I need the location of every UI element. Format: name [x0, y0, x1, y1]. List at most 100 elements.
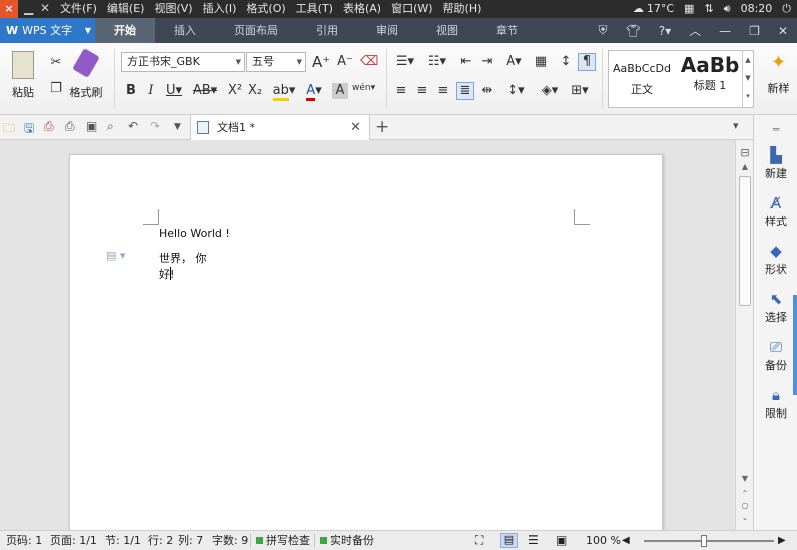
window-close-icon[interactable]: ✕ — [40, 0, 50, 18]
weather-icon[interactable]: ☁ — [633, 0, 644, 18]
print-icon[interactable]: ⎙ — [65, 119, 75, 134]
grow-font-icon[interactable]: A⁺ — [312, 54, 330, 70]
align-right-icon[interactable]: ≡ — [435, 83, 451, 99]
task-pane-shapes[interactable]: ◆ 形状 — [754, 241, 797, 277]
paste-button[interactable]: 粘贴 — [6, 51, 40, 100]
scroll-up-icon[interactable]: ▲ — [736, 162, 754, 171]
text-line-2[interactable]: 世界， 你好! — [159, 250, 219, 282]
tab-options-icon[interactable]: ▾ — [733, 119, 739, 132]
menu-insert[interactable]: 插入(I) — [203, 0, 237, 18]
page-view-icon[interactable]: ▤ — [500, 533, 518, 548]
increase-indent-icon[interactable]: ⇥ — [479, 54, 495, 70]
task-pane-menu-icon[interactable]: ═ — [754, 123, 797, 136]
task-pane-collapse-handle[interactable] — [793, 295, 797, 395]
help-icon[interactable]: ?▾ — [659, 24, 671, 38]
align-justify-icon[interactable]: ≣ — [456, 82, 474, 100]
style-gallery-scroll[interactable]: ▲ ▼ ▾ — [742, 51, 753, 107]
cut-icon[interactable]: ✂ — [48, 55, 64, 71]
zoom-level[interactable]: 100 % — [586, 531, 621, 550]
preview-icon[interactable]: ⌕ — [107, 119, 114, 134]
underline-icon[interactable]: U▾ — [164, 83, 184, 99]
scroll-down-icon[interactable]: ▼ — [736, 474, 754, 483]
close-icon[interactable]: ✕ — [778, 24, 788, 38]
restore-icon[interactable]: ❐ — [749, 24, 760, 38]
minimize-icon[interactable]: — — [719, 24, 731, 38]
strikethrough-icon[interactable]: AB▾ — [192, 83, 218, 99]
font-color-icon[interactable]: A▾ — [302, 83, 326, 101]
menu-format[interactable]: 格式(O) — [246, 0, 285, 18]
menu-window[interactable]: 窗口(W) — [391, 0, 432, 18]
status-row[interactable]: 行: 2 — [148, 531, 173, 550]
show-marks-icon[interactable]: ¶ — [578, 53, 596, 71]
outline-view-icon[interactable]: ☰ — [528, 531, 539, 550]
power-icon[interactable]: ⏻ — [782, 0, 791, 18]
status-spell-check[interactable]: 拼写检查 — [256, 531, 310, 550]
italic-icon[interactable]: I — [144, 83, 158, 99]
paragraph-layout-icon[interactable]: ▤ ▾ — [106, 249, 125, 262]
bullets-icon[interactable]: ☰▾ — [393, 54, 417, 70]
format-painter-button[interactable]: 格式刷 — [68, 48, 104, 100]
font-name-combo[interactable]: 方正书宋_GBK ▼ — [121, 52, 245, 72]
pdf-icon[interactable]: ⎙ — [44, 119, 54, 134]
distribute-icon[interactable]: ⇹ — [479, 83, 495, 99]
menu-tools[interactable]: 工具(T) — [296, 0, 333, 18]
shrink-font-icon[interactable]: A⁻ — [336, 54, 354, 70]
pinyin-icon[interactable]: wén▾ — [352, 80, 375, 96]
menu-view[interactable]: 视图(V) — [154, 0, 192, 18]
menu-file[interactable]: 文件(F) — [60, 0, 97, 18]
document-canvas[interactable]: ▤ ▾ Hello World ! 世界， 你好! — [0, 140, 735, 530]
zoom-in-icon[interactable]: ▶ — [778, 531, 786, 550]
status-column[interactable]: 列: 7 — [178, 531, 203, 550]
window-minimize-button[interactable]: ▁ — [24, 0, 33, 18]
menu-edit[interactable]: 编辑(E) — [107, 0, 145, 18]
char-shading-icon[interactable]: A — [332, 83, 348, 99]
line-spacing-icon[interactable]: ↕▾ — [504, 83, 528, 99]
close-tab-icon[interactable]: ✕ — [350, 115, 361, 140]
zoom-slider[interactable] — [644, 540, 774, 542]
task-pane-styles[interactable]: A̸ 样式 — [754, 193, 797, 229]
bold-icon[interactable]: B — [124, 83, 138, 99]
full-screen-icon[interactable]: ⛶ — [475, 531, 483, 550]
highlight-icon[interactable]: ab▾ — [272, 83, 296, 101]
text-direction-icon[interactable]: A▾ — [502, 54, 526, 70]
undo-icon[interactable]: ↶ — [128, 119, 138, 133]
zoom-slider-thumb[interactable] — [700, 535, 707, 547]
tab-view[interactable]: 视图 — [417, 18, 477, 43]
collapse-ribbon-icon[interactable]: ︿ — [689, 22, 701, 39]
save-icon[interactable]: 🖫︎ — [24, 119, 34, 140]
page-navigation-icon[interactable]: ⌃ ○ ⌄ — [736, 488, 754, 524]
copy-icon[interactable]: ❐ — [48, 81, 64, 97]
tab-home[interactable]: 开始 — [95, 18, 155, 43]
system-logo-icon[interactable]: × — [0, 0, 18, 18]
shading-icon[interactable]: ◈▾ — [538, 83, 562, 99]
document-page[interactable]: ▤ ▾ Hello World ! 世界， 你好! — [69, 154, 663, 530]
calendar-icon[interactable]: ▦ — [684, 0, 694, 18]
align-center-icon[interactable]: ≡ — [414, 83, 430, 99]
numbering-icon[interactable]: ☷▾ — [425, 54, 449, 70]
app-menu-button[interactable]: W WPS 文字 ▼ — [0, 18, 95, 43]
subscript-icon[interactable]: X₂ — [248, 83, 262, 99]
align-left-icon[interactable]: ≡ — [393, 83, 409, 99]
new-style-button[interactable]: ✦ 新样 — [760, 51, 797, 96]
clear-format-icon[interactable]: ⌫ — [360, 54, 378, 70]
task-pane-backup[interactable]: ⎚ 备份 — [754, 337, 797, 373]
font-size-combo[interactable]: 五号 ▼ — [246, 52, 306, 72]
new-tab-icon[interactable]: + — [375, 115, 389, 139]
tab-chapter[interactable]: 章节 — [477, 18, 537, 43]
web-view-icon[interactable]: ▣ — [556, 531, 567, 550]
volume-icon[interactable]: 🔊︎ — [724, 0, 731, 18]
menu-table[interactable]: 表格(A) — [343, 0, 381, 18]
tab-references[interactable]: 引用 — [297, 18, 357, 43]
status-page-number[interactable]: 页码: 1 — [6, 531, 42, 550]
status-pages[interactable]: 页面: 1/1 — [50, 531, 97, 550]
decrease-indent-icon[interactable]: ⇤ — [458, 54, 474, 70]
task-pane-restrict[interactable]: 🔒︎ 限制 — [754, 385, 797, 421]
task-pane-select[interactable]: ⬉ 选择 — [754, 289, 797, 325]
redo-icon[interactable]: ↷ — [150, 119, 160, 133]
vertical-scrollbar[interactable]: ⊟ ▲ ▼ ⌃ ○ ⌄ — [735, 140, 753, 530]
style-heading1[interactable]: AaBb 标题 1 — [677, 51, 743, 107]
sort-icon[interactable]: ↕ — [558, 54, 574, 70]
superscript-icon[interactable]: X² — [228, 83, 242, 99]
style-normal[interactable]: AaBbCcDd 正文 — [609, 51, 675, 107]
scroll-thumb[interactable] — [739, 176, 751, 306]
